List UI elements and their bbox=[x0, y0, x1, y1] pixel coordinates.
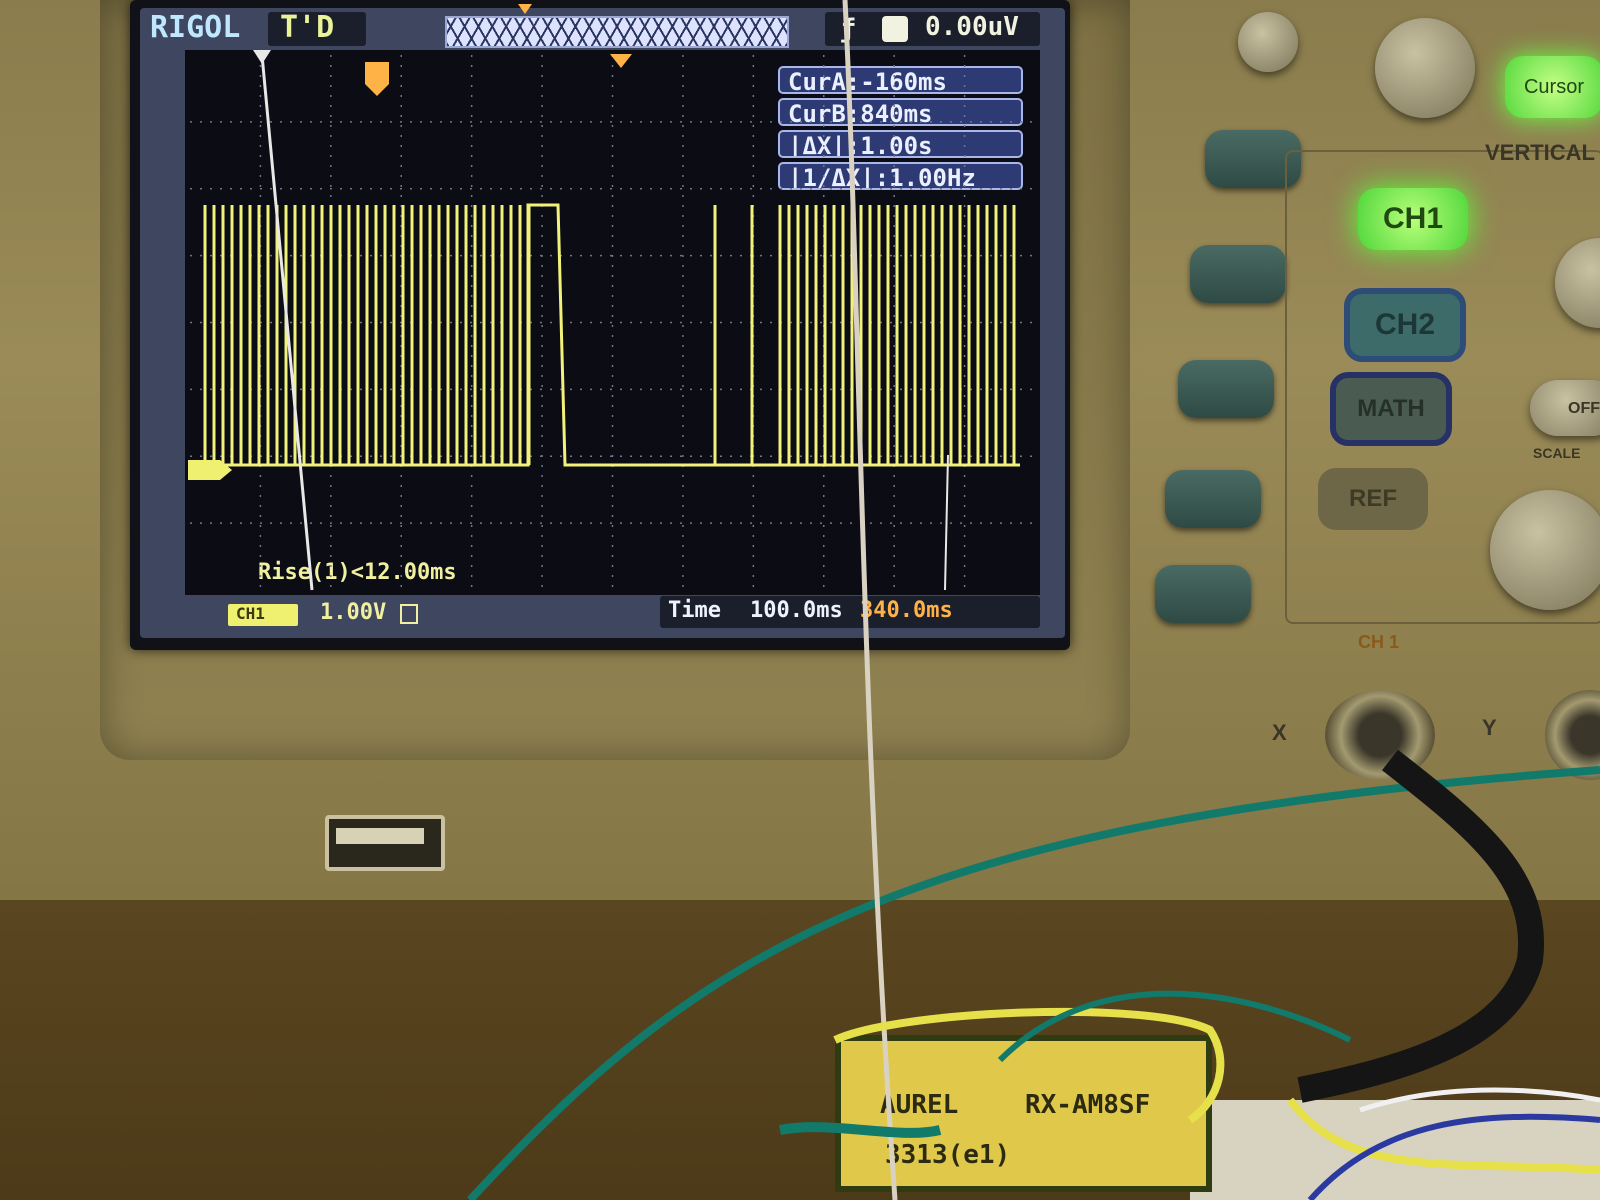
volts-per-div: 1.00V bbox=[320, 600, 387, 625]
trigger-delay: 340.0ms bbox=[860, 598, 953, 623]
ref-button[interactable]: REF bbox=[1318, 468, 1428, 530]
cursor-button[interactable]: Cursor bbox=[1505, 56, 1600, 118]
multipurpose-knob[interactable] bbox=[1375, 18, 1475, 118]
ch1-connector-label: CH 1 bbox=[1358, 632, 1400, 652]
softkey-2[interactable] bbox=[1190, 245, 1286, 303]
inverse-delta-x-readout: |1/ΔX|:1.00Hz bbox=[778, 162, 1023, 190]
bandwidth-limit-icon bbox=[400, 604, 418, 624]
delta-x-readout: |ΔX|:1.00s bbox=[778, 130, 1023, 158]
off-label: OFF bbox=[1568, 400, 1600, 417]
x-input-label: X bbox=[1272, 720, 1287, 745]
softkey-5[interactable] bbox=[1155, 565, 1251, 623]
time-label: Time bbox=[668, 598, 721, 623]
photo-stage: RIGOL T'D ƒ 0.00uV CurA:-160ms CurB:840m… bbox=[0, 0, 1600, 1200]
channel-badge: CH1 bbox=[228, 604, 298, 626]
ch1-button[interactable]: CH1 bbox=[1358, 188, 1468, 250]
usb-port-contacts bbox=[336, 828, 424, 844]
cursor-b-readout: CurB:840ms bbox=[778, 98, 1023, 126]
brand-label: RIGOL bbox=[150, 10, 241, 45]
cursor-a-readout: CurA:-160ms bbox=[778, 66, 1023, 94]
softkey-3[interactable] bbox=[1178, 360, 1274, 418]
memory-position-bar bbox=[445, 16, 789, 48]
trigger-status: T'D bbox=[280, 10, 335, 45]
module-model-text: RX-AM8SF bbox=[1025, 1090, 1151, 1120]
module-brand-text: AUREL bbox=[880, 1090, 959, 1120]
math-button[interactable]: MATH bbox=[1330, 372, 1452, 446]
channel-badge-label: CH1 bbox=[236, 604, 265, 623]
trigger-level: 0.00uV bbox=[925, 12, 1019, 42]
ch1-bnc-connector[interactable] bbox=[1325, 690, 1435, 780]
module-code-text: 3313(e1) bbox=[885, 1140, 1011, 1170]
vertical-section-label: VERTICAL bbox=[1485, 140, 1595, 165]
y-input-label: Y bbox=[1482, 715, 1497, 740]
softkey-4[interactable] bbox=[1165, 470, 1261, 528]
ch2-button[interactable]: CH2 bbox=[1344, 288, 1466, 362]
time-per-div: 100.0ms bbox=[750, 598, 843, 623]
measurement-readout: Rise(1)<12.00ms bbox=[258, 560, 457, 585]
rising-edge-icon: ƒ bbox=[840, 14, 856, 44]
trigger-source-icon bbox=[882, 16, 908, 42]
scale-label: SCALE bbox=[1533, 445, 1581, 461]
vertical-scale-knob[interactable] bbox=[1490, 490, 1600, 610]
menu-off-button[interactable] bbox=[1238, 12, 1298, 72]
breadboard bbox=[1190, 1100, 1600, 1200]
